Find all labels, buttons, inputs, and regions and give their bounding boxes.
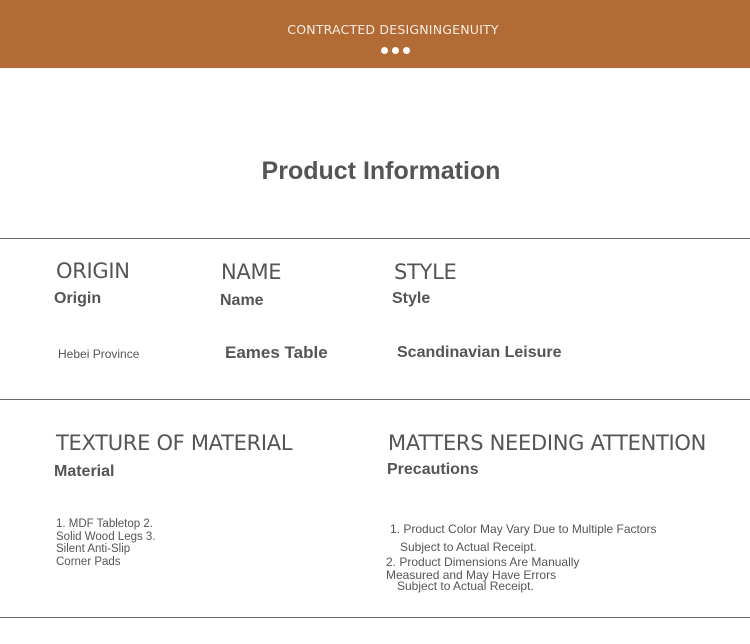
name-value: Eames Table xyxy=(225,343,328,362)
dots-icon xyxy=(380,46,412,56)
name-heading: NAME xyxy=(221,260,282,284)
precaution-line: Subject to Actual Receipt. xyxy=(397,579,534,593)
material-label: Material xyxy=(54,463,115,480)
top-banner: CONTRACTED DESIGNINGENUITY xyxy=(0,0,750,68)
precautions-label: Precautions xyxy=(387,461,479,478)
style-value: Scandinavian Leisure xyxy=(397,344,562,361)
material-list: 1. MDF Tabletop 2. Solid Wood Legs 3. Si… xyxy=(56,518,156,568)
precautions-heading: MATTERS NEEDING ATTENTION xyxy=(388,431,707,455)
precaution-line: 1. Product Color May Vary Due to Multipl… xyxy=(390,522,657,536)
style-heading: STYLE xyxy=(394,260,457,284)
precaution-line: Subject to Actual Receipt. xyxy=(400,540,537,554)
divider-top xyxy=(0,238,750,239)
divider-middle xyxy=(0,399,750,400)
divider-bottom xyxy=(0,617,750,618)
page-title: Product Information xyxy=(261,157,501,185)
origin-value: Hebei Province xyxy=(58,347,140,361)
origin-heading: ORIGIN xyxy=(56,259,130,283)
style-label: Style xyxy=(392,290,431,307)
name-label: Name xyxy=(220,292,264,309)
material-heading: TEXTURE OF MATERIAL xyxy=(56,431,293,455)
banner-title: CONTRACTED DESIGNINGENUITY xyxy=(287,22,499,37)
origin-label: Origin xyxy=(54,290,102,307)
